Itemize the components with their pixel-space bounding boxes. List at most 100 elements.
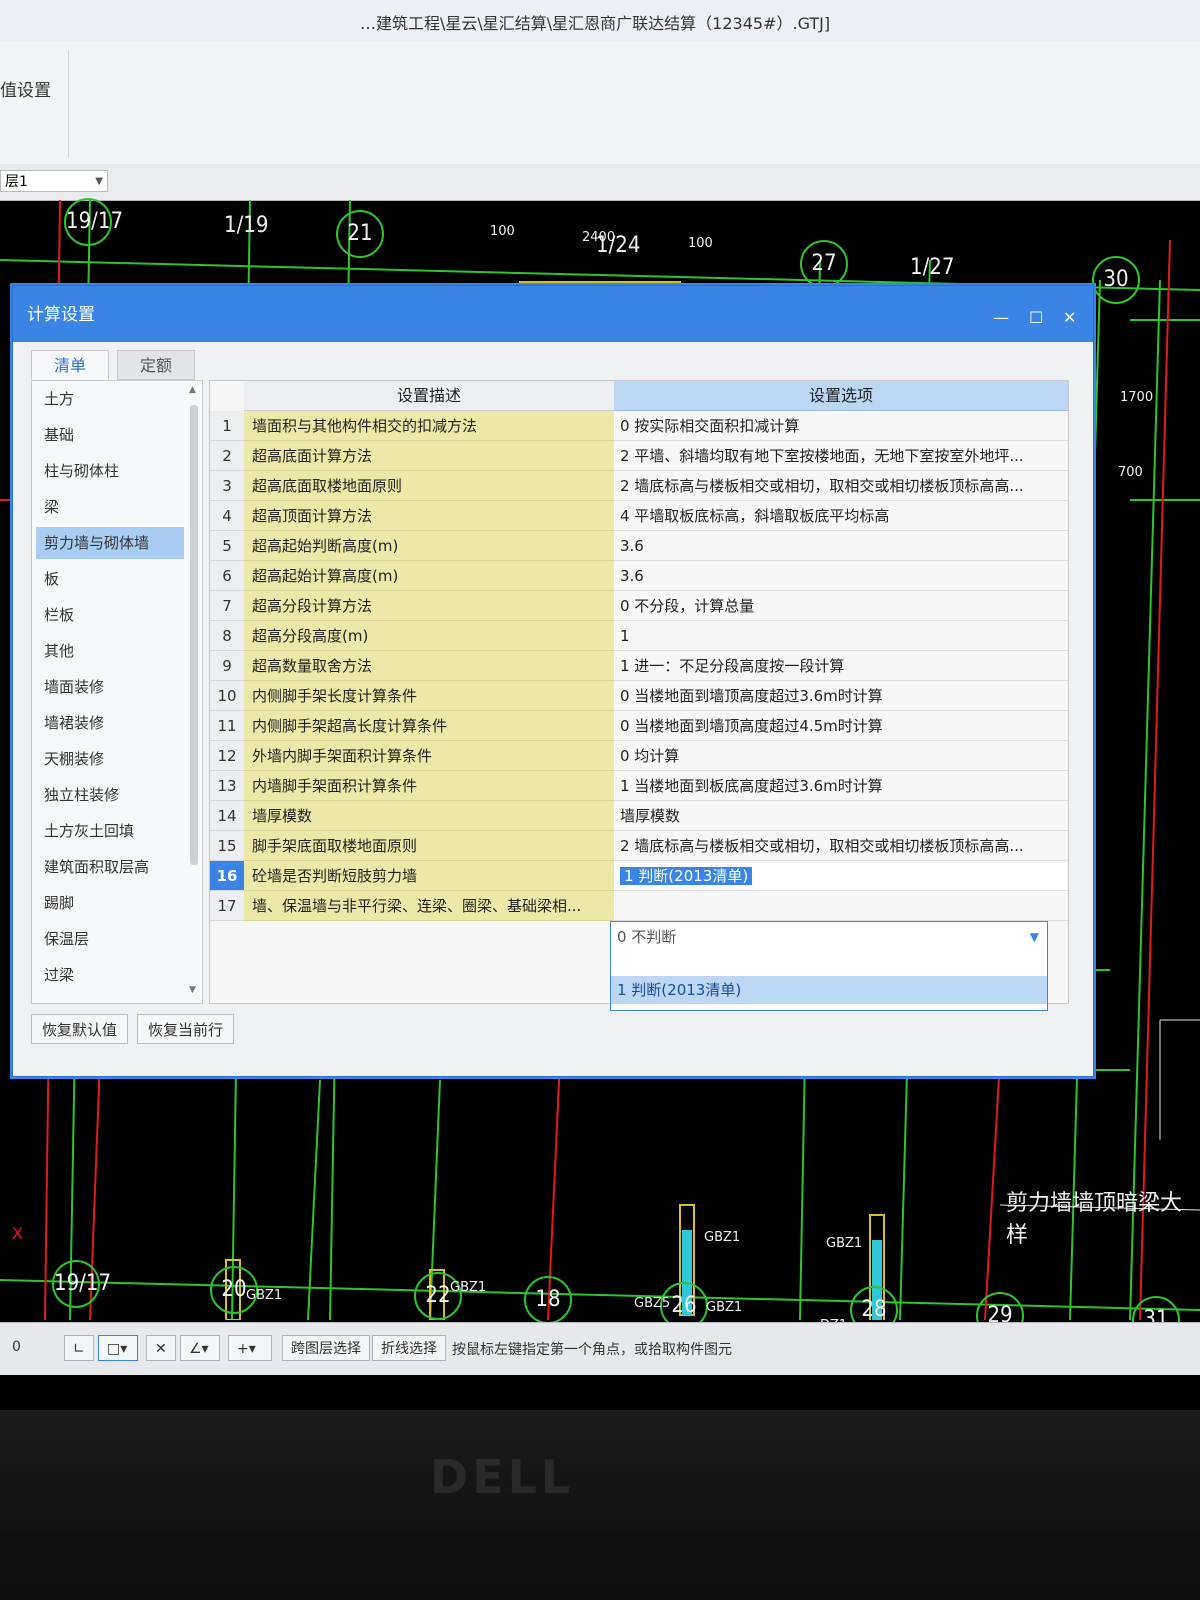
dropdown-current[interactable]: 0 不判断 ▼ bbox=[611, 922, 1047, 952]
category-item[interactable]: 基础 bbox=[36, 419, 184, 451]
axis-label[interactable]: 27 bbox=[800, 240, 848, 288]
dialog-titlebar[interactable]: 计算设置 — ☐ ✕ bbox=[13, 286, 1093, 342]
scroll-down-icon[interactable]: ▼ bbox=[189, 985, 196, 995]
axis-label[interactable]: 19/17 bbox=[64, 198, 123, 246]
category-item[interactable]: 独立柱装修 bbox=[36, 779, 184, 811]
row-option[interactable]: 0 按实际相交面积扣减计算 bbox=[614, 411, 1068, 441]
chevron-down-icon[interactable]: ▼ bbox=[1030, 922, 1039, 952]
minimize-icon[interactable]: — bbox=[993, 308, 1009, 327]
maximize-icon[interactable]: ☐ bbox=[1029, 308, 1043, 327]
category-scrollbar[interactable]: ▲ ▼ bbox=[188, 385, 200, 997]
element-tag[interactable]: GBZ1 bbox=[246, 1288, 282, 1303]
dropdown-option[interactable]: 1 判断(2013清单) bbox=[611, 976, 1047, 1004]
element-tag[interactable]: GBZ1 bbox=[706, 1300, 742, 1315]
option-dropdown[interactable]: 0 不判断 ▼ 1 判断(2013清单) bbox=[610, 921, 1048, 1011]
row-option[interactable] bbox=[614, 891, 1068, 921]
angle-tool-button[interactable]: ∠▾ bbox=[180, 1335, 220, 1361]
axis-label[interactable]: 19/17 bbox=[52, 1260, 111, 1308]
table-row[interactable]: 3 超高底面取楼地面原则 2 墙底标高与楼板相交或相切，取相交或相切楼板顶标高高… bbox=[210, 471, 1068, 501]
ortho-tool-button[interactable]: +▾ bbox=[228, 1335, 272, 1361]
table-row[interactable]: 6 超高起始计算高度(m) 3.6 bbox=[210, 561, 1068, 591]
category-item[interactable]: 建筑面积取层高 bbox=[36, 851, 184, 883]
category-item[interactable]: 土方灰土回填 bbox=[36, 815, 184, 847]
table-row[interactable]: 15 脚手架底面取楼地面原则 2 墙底标高与楼板相交或相切，取相交或相切楼板顶标… bbox=[210, 831, 1068, 861]
category-item[interactable]: 踢脚 bbox=[36, 887, 184, 919]
table-row[interactable]: 2 超高底面计算方法 2 平墙、斜墙均取有地下室按楼地面，无地下室按室外地坪..… bbox=[210, 441, 1068, 471]
row-description: 内侧脚手架长度计算条件 bbox=[244, 681, 614, 711]
row-option[interactable]: 0 当楼地面到墙顶高度超过4.5m时计算 bbox=[614, 711, 1068, 741]
table-row-active[interactable]: 16 砼墙是否判断短肢剪力墙 1 判断(2013清单) bbox=[210, 861, 1068, 891]
table-row[interactable]: 4 超高顶面计算方法 4 平墙取板底标高，斜墙取板底平均标高 bbox=[210, 501, 1068, 531]
axis-label[interactable]: 1/27 bbox=[910, 246, 954, 290]
snap-tool-button[interactable]: ∟ bbox=[64, 1335, 94, 1361]
restore-row-button[interactable]: 恢复当前行 bbox=[137, 1014, 235, 1044]
settings-grid: 设置描述 设置选项 1 墙面积与其他构件相交的扣减方法 0 按实际相交面积扣减计… bbox=[209, 380, 1069, 1011]
row-option[interactable]: 墙厚模数 bbox=[614, 801, 1068, 831]
row-option[interactable]: 0 当楼地面到墙顶高度超过3.6m时计算 bbox=[614, 681, 1068, 711]
category-item[interactable]: 土方 bbox=[36, 383, 184, 415]
rect-select-button[interactable]: □▾ bbox=[98, 1335, 138, 1361]
element-tag[interactable]: GBZ1 bbox=[826, 1236, 862, 1251]
category-item[interactable]: 保温层 bbox=[36, 923, 184, 955]
scroll-up-icon[interactable]: ▲ bbox=[189, 385, 196, 395]
category-item[interactable]: 板 bbox=[36, 563, 184, 595]
ribbon-group-label[interactable]: 值设置 bbox=[0, 76, 51, 101]
axis-label[interactable]: 21 bbox=[336, 210, 384, 258]
row-option[interactable]: 1 bbox=[614, 621, 1068, 651]
cross-layer-select-button[interactable]: 跨图层选择 bbox=[282, 1335, 370, 1361]
element-tag[interactable]: GBZ5 bbox=[634, 1296, 670, 1311]
axis-label[interactable]: 18 bbox=[524, 1276, 572, 1324]
row-option[interactable]: 4 平墙取板底标高，斜墙取板底平均标高 bbox=[614, 501, 1068, 531]
table-row[interactable]: 9 超高数量取舍方法 1 进一：不足分段高度按一段计算 bbox=[210, 651, 1068, 681]
table-row[interactable]: 17 墙、保温墙与非平行梁、连梁、圈梁、基础梁相... bbox=[210, 891, 1068, 921]
tab-bill[interactable]: 清单 bbox=[31, 350, 109, 380]
row-option[interactable]: 3.6 bbox=[614, 561, 1068, 591]
axis-label[interactable]: 1/19 bbox=[224, 204, 268, 248]
tab-quota[interactable]: 定额 bbox=[117, 350, 195, 380]
row-option[interactable]: 1 进一：不足分段高度按一段计算 bbox=[614, 651, 1068, 681]
row-option[interactable]: 0 不分段，计算总量 bbox=[614, 591, 1068, 621]
row-option[interactable]: 0 均计算 bbox=[614, 741, 1068, 771]
table-row[interactable]: 13 内墙脚手架面积计算条件 1 当楼地面到板底高度超过3.6m时计算 bbox=[210, 771, 1068, 801]
layer-select[interactable]: 层1 ▼ bbox=[0, 170, 108, 192]
element-tag[interactable]: GBZ1 bbox=[704, 1230, 740, 1245]
cross-tool-button[interactable]: ✕ bbox=[146, 1335, 176, 1361]
row-option[interactable]: 1 当楼地面到板底高度超过3.6m时计算 bbox=[614, 771, 1068, 801]
category-item[interactable]: 墙面装修 bbox=[36, 671, 184, 703]
table-row[interactable]: 7 超高分段计算方法 0 不分段，计算总量 bbox=[210, 591, 1068, 621]
row-description: 外墙内脚手架面积计算条件 bbox=[244, 741, 614, 771]
category-item-active[interactable]: 剪力墙与砌体墙 bbox=[36, 527, 184, 559]
row-description: 超高分段计算方法 bbox=[244, 591, 614, 621]
restore-default-button[interactable]: 恢复默认值 bbox=[31, 1014, 129, 1044]
ribbon: 值设置 bbox=[0, 42, 1200, 165]
category-item[interactable]: 墙裙装修 bbox=[36, 707, 184, 739]
table-row[interactable]: 11 内侧脚手架超高长度计算条件 0 当楼地面到墙顶高度超过4.5m时计算 bbox=[210, 711, 1068, 741]
table-row[interactable]: 1 墙面积与其他构件相交的扣减方法 0 按实际相交面积扣减计算 bbox=[210, 411, 1068, 441]
polyline-select-button[interactable]: 折线选择 bbox=[372, 1335, 446, 1361]
table-row[interactable]: 8 超高分段高度(m) 1 bbox=[210, 621, 1068, 651]
table-row[interactable]: 14 墙厚模数 墙厚模数 bbox=[210, 801, 1068, 831]
row-option[interactable]: 2 平墙、斜墙均取有地下室按楼地面，无地下室按室外地坪... bbox=[614, 441, 1068, 471]
table-row[interactable]: 12 外墙内脚手架面积计算条件 0 均计算 bbox=[210, 741, 1068, 771]
category-item[interactable]: 其他 bbox=[36, 635, 184, 667]
category-item[interactable]: 过梁 bbox=[36, 959, 184, 991]
close-icon[interactable]: ✕ bbox=[1063, 308, 1076, 327]
row-number: 14 bbox=[210, 801, 244, 831]
category-item[interactable]: 柱与砌体柱 bbox=[36, 455, 184, 487]
row-option-selected[interactable]: 1 判断(2013清单) bbox=[614, 861, 1068, 891]
table-row[interactable]: 5 超高起始判断高度(m) 3.6 bbox=[210, 531, 1068, 561]
row-description: 内侧脚手架超高长度计算条件 bbox=[244, 711, 614, 741]
scrollbar-thumb[interactable] bbox=[190, 405, 198, 865]
row-description: 墙、保温墙与非平行梁、连梁、圈梁、基础梁相... bbox=[244, 891, 614, 921]
category-item[interactable]: 栏板 bbox=[36, 599, 184, 631]
element-tag[interactable]: GBZ1 bbox=[450, 1280, 486, 1295]
column-header-description: 设置描述 bbox=[244, 381, 614, 411]
category-item[interactable]: 天棚装修 bbox=[36, 743, 184, 775]
row-option[interactable]: 2 墙底标高与楼板相交或相切，取相交或相切楼板顶标高高... bbox=[614, 471, 1068, 501]
row-option[interactable]: 2 墙底标高与楼板相交或相切，取相交或相切楼板顶标高高... bbox=[614, 831, 1068, 861]
axis-label[interactable]: 30 bbox=[1092, 256, 1140, 304]
category-item[interactable]: 梁 bbox=[36, 491, 184, 523]
row-option[interactable]: 3.6 bbox=[614, 531, 1068, 561]
table-row[interactable]: 10 内侧脚手架长度计算条件 0 当楼地面到墙顶高度超过3.6m时计算 bbox=[210, 681, 1068, 711]
chevron-down-icon[interactable]: ▼ bbox=[95, 171, 103, 193]
